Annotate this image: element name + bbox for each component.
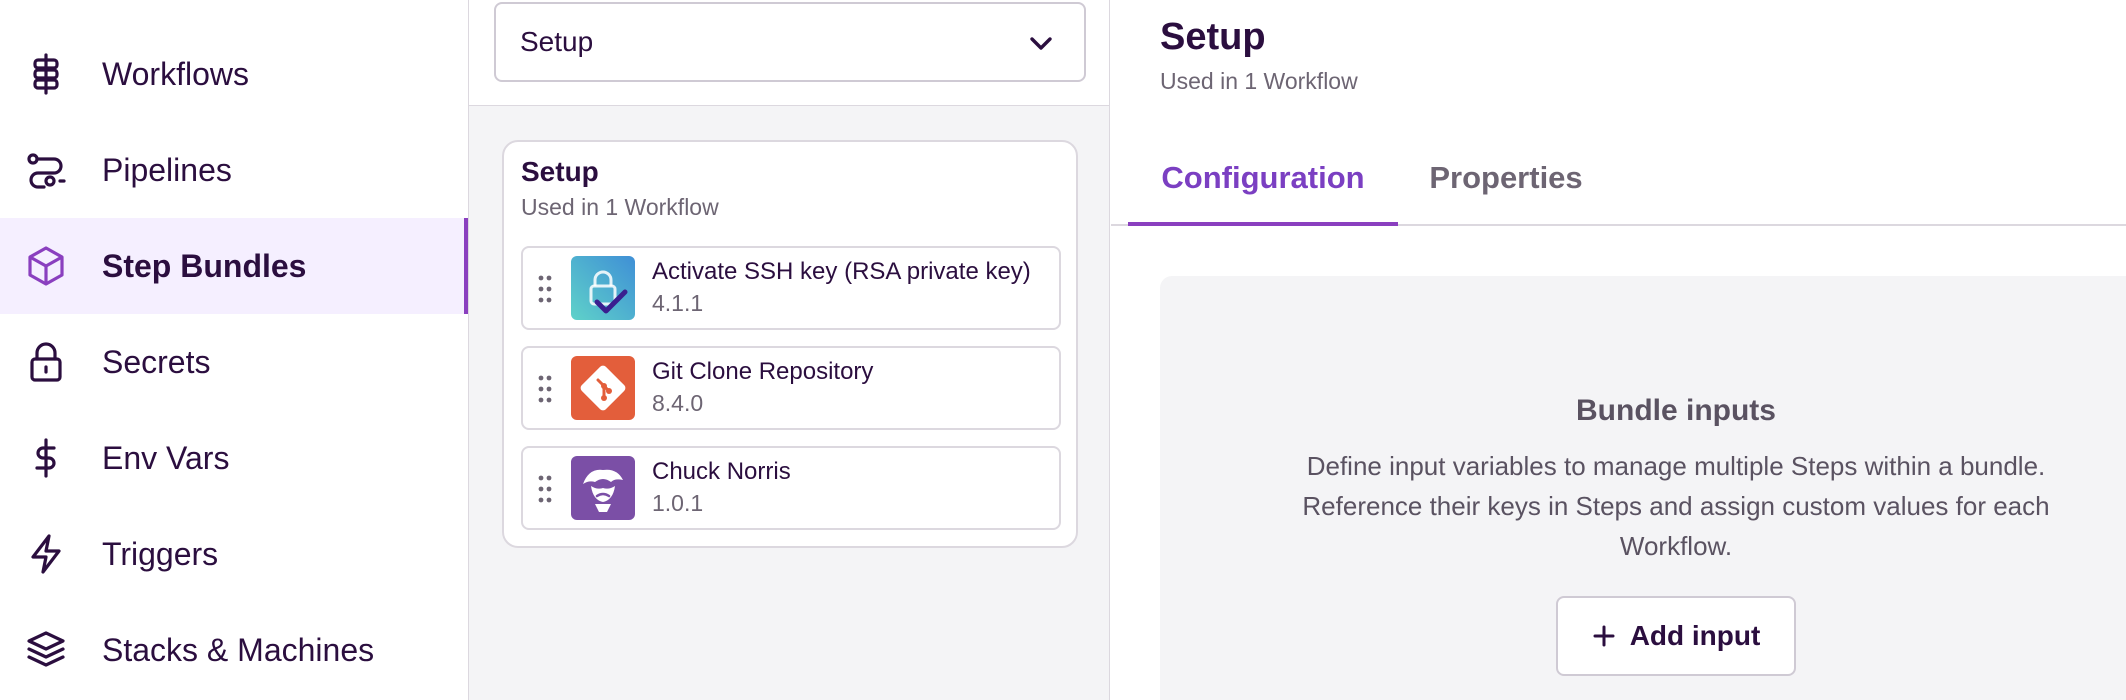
bundle-card-usage: Used in 1 Workflow (521, 194, 719, 220)
step-name: Chuck Norris (652, 458, 791, 485)
drag-handle-icon[interactable] (537, 474, 553, 504)
bundle-select-value: Setup (520, 26, 594, 57)
add-input-button[interactable]: Add input (1556, 596, 1796, 676)
drag-handle-icon[interactable] (537, 374, 553, 404)
sidebar-item-workflows[interactable]: Workflows (0, 26, 468, 122)
lightning-icon (24, 532, 68, 576)
sidebar-item-label: Pipelines (102, 152, 232, 188)
chuck-norris-icon (571, 456, 635, 520)
bundle-inputs-description: Define input variables to manage multipl… (1302, 451, 2050, 561)
workflows-icon (24, 52, 68, 96)
bundle-list-panel: Setup Setup Used in 1 Workflow Activate … (469, 0, 1110, 700)
bundle-card-title: Setup (521, 156, 599, 187)
bundle-inputs-title: Bundle inputs (1576, 394, 1776, 427)
step-version: 8.4.0 (652, 390, 704, 416)
step-version: 1.0.1 (652, 490, 704, 516)
chevron-down-icon (1030, 37, 1052, 50)
sidebar-item-label: Stacks & Machines (102, 632, 375, 668)
step-name: Git Clone Repository (652, 358, 874, 385)
step-item[interactable]: Git Clone Repository 8.4.0 (521, 346, 1061, 430)
add-input-label: Add input (1629, 620, 1761, 651)
step-item[interactable]: Chuck Norris 1.0.1 (521, 446, 1061, 530)
step-item[interactable]: Activate SSH key (RSA private key) 4.1.1 (521, 246, 1061, 330)
tab-bar: Configuration Properties (1111, 148, 2126, 226)
dollar-icon (24, 436, 68, 480)
sidebar-item-label: Secrets (102, 344, 211, 380)
tab-configuration[interactable]: Configuration (1128, 148, 1398, 226)
drag-handle-icon[interactable] (537, 274, 553, 304)
bundle-detail-panel: Setup Used in 1 Workflow Configuration P… (1111, 0, 2126, 700)
plus-icon (1593, 625, 1615, 647)
sidebar-item-triggers[interactable]: Triggers (0, 506, 468, 602)
sidebar-item-label: Triggers (102, 536, 219, 572)
tab-properties[interactable]: Properties (1416, 148, 1596, 226)
git-icon (571, 356, 635, 420)
cube-icon (24, 244, 68, 288)
sidebar: Workflows Pipelines Step Bundles Secrets… (0, 0, 469, 700)
bundle-select-bar: Setup (469, 0, 1109, 106)
layers-icon (24, 628, 68, 672)
sidebar-item-secrets[interactable]: Secrets (0, 314, 468, 410)
bundle-inputs-empty-state: Bundle inputs Define input variables to … (1160, 276, 2126, 700)
sidebar-item-stacks-machines[interactable]: Stacks & Machines (0, 602, 468, 698)
sidebar-item-step-bundles[interactable]: Step Bundles (0, 218, 468, 314)
lock-icon (24, 340, 68, 384)
sidebar-item-label: Step Bundles (102, 248, 307, 284)
step-name: Activate SSH key (RSA private key) (652, 258, 1031, 285)
step-version: 4.1.1 (652, 290, 704, 316)
page-title: Setup (1160, 16, 1266, 58)
sidebar-item-label: Env Vars (102, 440, 230, 476)
step-bundle-card[interactable]: Setup Used in 1 Workflow Activate SSH ke… (502, 140, 1078, 548)
sidebar-item-label: Workflows (102, 56, 249, 92)
ssh-key-icon (571, 256, 635, 320)
bundle-usage: Used in 1 Workflow (1160, 68, 1358, 94)
bundle-select[interactable]: Setup (494, 2, 1086, 82)
sidebar-item-env-vars[interactable]: Env Vars (0, 410, 468, 506)
sidebar-item-pipelines[interactable]: Pipelines (0, 122, 468, 218)
pipelines-icon (24, 148, 68, 192)
